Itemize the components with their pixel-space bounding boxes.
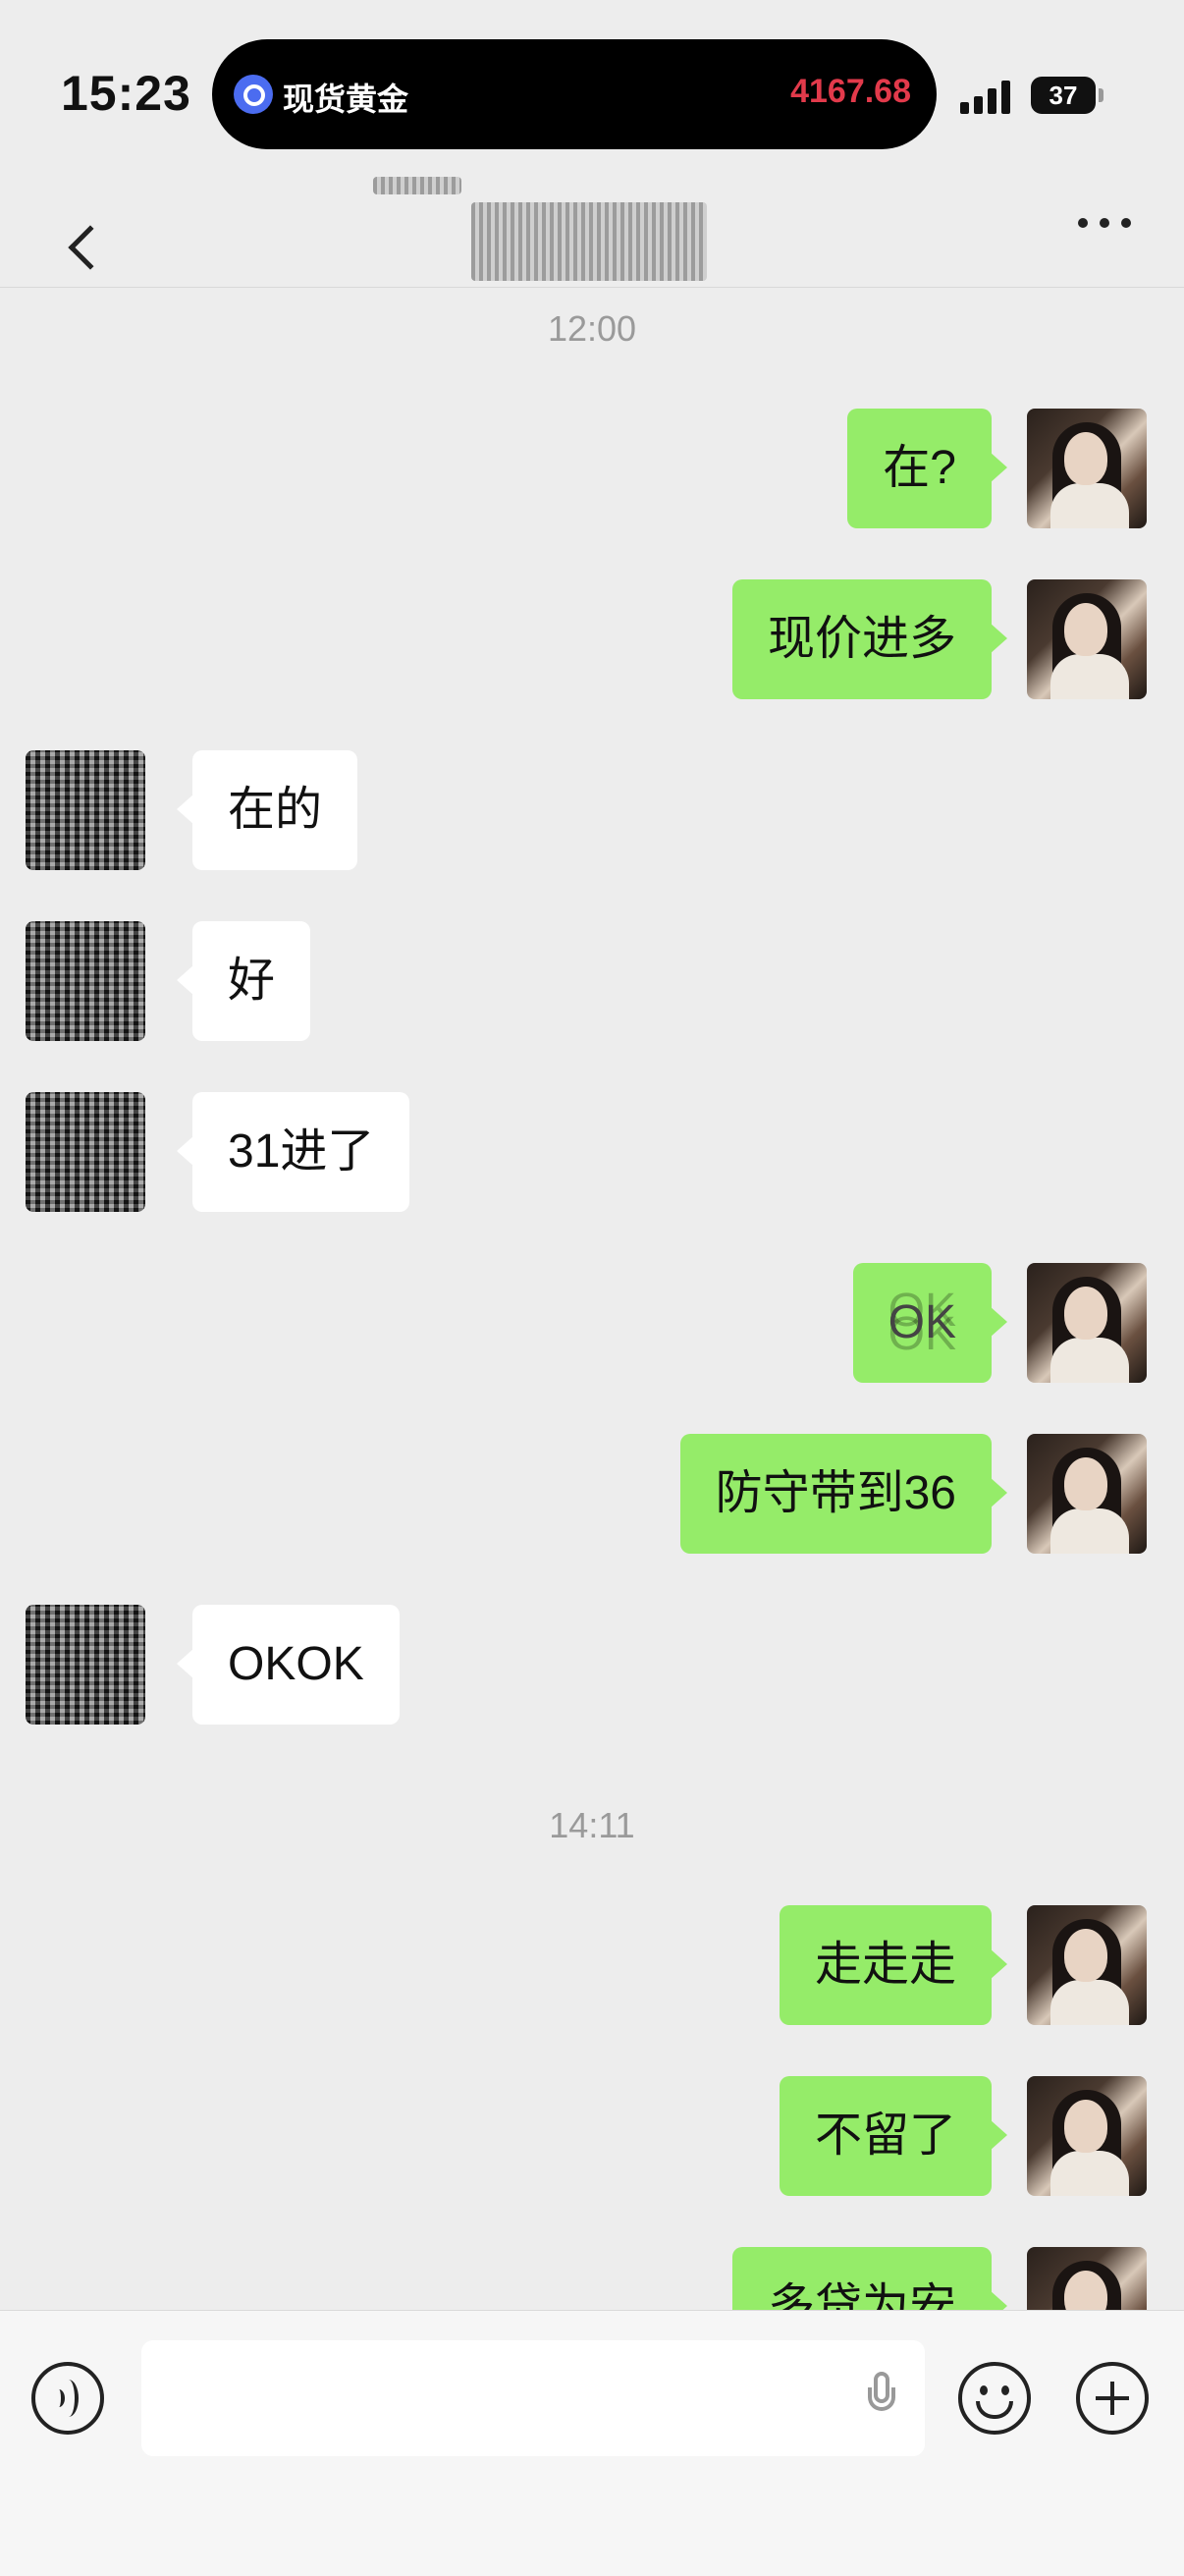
message-row: 多贷为安 (0, 2247, 1184, 2310)
message-row: 走走走 (0, 1905, 1184, 2025)
message-bubble[interactable]: 多贷为安 (731, 2247, 1008, 2310)
avatar[interactable] (1027, 1263, 1147, 1383)
avatar[interactable] (26, 1092, 145, 1212)
message-row: OK (0, 1263, 1184, 1383)
message-row: 防守带到36 (0, 1434, 1184, 1554)
message-bubble[interactable]: 31进了 (176, 1092, 410, 1212)
avatar[interactable] (1027, 2076, 1147, 2196)
quote-app-icon (234, 75, 273, 114)
signal-icon (960, 79, 1015, 114)
message-row: 在的 (0, 750, 1184, 870)
avatar[interactable] (26, 750, 145, 870)
message-list[interactable]: 12:00 在? 现价进多 在的 好 31进了 OK 防守带到36 OKOK 1… (0, 287, 1184, 2310)
live-activity-title: 现货黄金 (283, 82, 409, 117)
message-bubble[interactable]: 现价进多 (731, 579, 1008, 699)
avatar[interactable] (1027, 2247, 1147, 2310)
plus-icon[interactable] (1076, 2362, 1149, 2435)
message-bubble[interactable]: 不留了 (779, 2076, 1008, 2196)
message-bubble[interactable]: OKOK (177, 1605, 400, 1725)
battery-icon: 37 (1031, 77, 1103, 114)
status-time: 15:23 (61, 66, 191, 121)
more-options-icon[interactable] (1078, 218, 1133, 230)
message-row: 不留了 (0, 2076, 1184, 2196)
message-bubble[interactable]: OK (852, 1263, 1008, 1383)
message-bubble[interactable]: 防守带到36 (679, 1434, 1008, 1554)
back-button[interactable] (29, 187, 113, 270)
message-bubble[interactable]: 走走走 (779, 1905, 1008, 2025)
message-row: OKOK (0, 1605, 1184, 1725)
voice-input-icon[interactable] (31, 2362, 104, 2435)
avatar[interactable] (1027, 579, 1147, 699)
avatar[interactable] (1027, 1905, 1147, 2025)
chat-title-redacted (353, 177, 766, 285)
emoji-icon[interactable] (958, 2362, 1031, 2435)
message-row: 31进了 (0, 1092, 1184, 1212)
avatar[interactable] (1027, 409, 1147, 528)
message-bubble[interactable]: 在? (847, 409, 1007, 528)
message-row: 现价进多 (0, 579, 1184, 699)
message-row: 好 (0, 921, 1184, 1041)
message-bubble[interactable]: 在的 (176, 750, 358, 870)
input-toolbar (0, 2310, 1184, 2576)
message-row: 在? (0, 409, 1184, 528)
avatar[interactable] (26, 921, 145, 1041)
timestamp: 12:00 (547, 308, 637, 349)
microphone-icon[interactable] (868, 2372, 895, 2425)
dynamic-island[interactable]: 现货黄金 4167.68 (212, 39, 937, 149)
avatar[interactable] (26, 1605, 145, 1725)
chat-header (0, 157, 1184, 288)
avatar[interactable] (1027, 1434, 1147, 1554)
live-activity-price: 4167.68 (790, 73, 911, 110)
message-bubble[interactable]: 好 (176, 921, 311, 1041)
message-input[interactable] (141, 2340, 925, 2456)
timestamp: 14:11 (549, 1805, 635, 1845)
chevron-left-icon (68, 225, 113, 270)
